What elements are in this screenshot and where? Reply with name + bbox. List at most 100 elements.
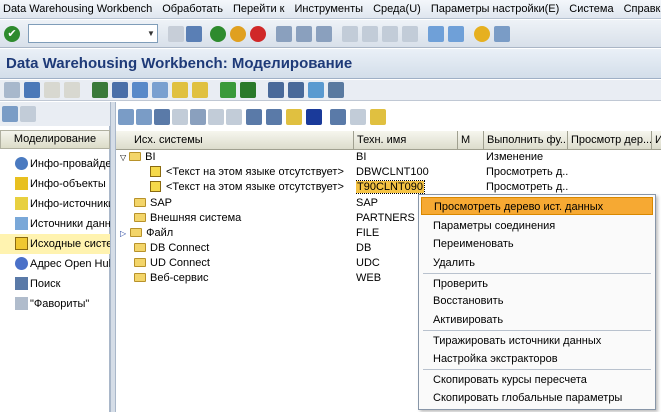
- infoobject-icon[interactable]: [172, 82, 188, 98]
- nav-infoprovider[interactable]: Инфо-провайдер: [0, 154, 110, 174]
- nav-favorites[interactable]: "Фавориты": [0, 294, 110, 314]
- action-cell[interactable]: Изменение: [486, 150, 568, 165]
- menu-dww[interactable]: Data Warehousing Workbench: [0, 0, 157, 19]
- cancel-icon[interactable]: [250, 26, 266, 42]
- ctx-copy-global[interactable]: Скопировать глобальные параметры: [421, 389, 653, 407]
- nav-infoobjects[interactable]: Инфо-объекты: [0, 174, 110, 194]
- application-toolbar: [0, 80, 661, 101]
- menu-goto[interactable]: Перейти к: [228, 0, 289, 19]
- nav-header[interactable]: Моделирование: [0, 130, 110, 149]
- tree-toolbar: [116, 106, 661, 130]
- infoobject-icon: [15, 177, 28, 190]
- ctx-view-tree[interactable]: Просмотреть дерево ист. данных: [421, 197, 653, 215]
- transfer-icon[interactable]: [192, 82, 208, 98]
- nav-openhub[interactable]: Адрес Open Hub: [0, 254, 110, 274]
- ctx-replicate[interactable]: Тиражировать источники данных: [421, 332, 653, 350]
- menu-system[interactable]: Система: [564, 0, 618, 19]
- prev-page-icon[interactable]: [362, 26, 378, 42]
- first-page-icon[interactable]: [342, 26, 358, 42]
- nav-infosources[interactable]: Инфо-источники: [0, 194, 110, 214]
- tree-folder-icon[interactable]: [286, 109, 302, 125]
- hierarchy-icon[interactable]: [220, 82, 236, 98]
- exit-icon[interactable]: [230, 26, 246, 42]
- shortcut-icon[interactable]: [448, 26, 464, 42]
- pointer-icon[interactable]: [330, 109, 346, 125]
- ctx-rename[interactable]: Переименовать: [421, 235, 653, 253]
- tree-row[interactable]: <Текст на этом языке отсутствует> T90CLN…: [116, 180, 661, 195]
- nav-expand-icon[interactable]: [2, 106, 18, 122]
- info-icon[interactable]: [306, 109, 322, 125]
- ctx-extractor-setup[interactable]: Настройка экстракторов: [421, 350, 653, 368]
- ctx-activate[interactable]: Активировать: [421, 311, 653, 329]
- find-next-icon[interactable]: [316, 26, 332, 42]
- tree-find-icon[interactable]: [190, 109, 206, 125]
- ctx-connection-params[interactable]: Параметры соединения: [421, 217, 653, 235]
- metadata-icon[interactable]: [308, 82, 324, 98]
- help-icon[interactable]: [474, 26, 490, 42]
- collapse-node-icon[interactable]: ▽: [120, 153, 126, 162]
- col-i[interactable]: И: [652, 131, 661, 150]
- tree-expand-icon[interactable]: [118, 109, 134, 125]
- tree-print-icon[interactable]: [266, 109, 282, 125]
- dso-icon[interactable]: [132, 82, 148, 98]
- openhub-icon: [15, 257, 28, 270]
- ctx-check[interactable]: Проверить: [421, 275, 653, 293]
- source-system-tool-icon[interactable]: [370, 109, 386, 125]
- monitor-icon[interactable]: [240, 82, 256, 98]
- sort-icon[interactable]: [172, 109, 188, 125]
- col-source-systems[interactable]: Исх. системы: [116, 131, 354, 150]
- col-view-tree[interactable]: Просмотр дер...: [568, 131, 652, 150]
- blank2-icon[interactable]: [64, 82, 80, 98]
- doc-icon[interactable]: [328, 82, 344, 98]
- enter-icon[interactable]: ✔: [4, 26, 20, 42]
- tree-find-next-icon[interactable]: [208, 109, 224, 125]
- source-icon[interactable]: [152, 82, 168, 98]
- menu-settings[interactable]: Параметры настройки(E): [426, 0, 564, 19]
- display-change-icon[interactable]: [4, 82, 20, 98]
- nav-search[interactable]: Поиск: [0, 274, 110, 294]
- action-cell[interactable]: Просмотреть д...: [486, 165, 568, 180]
- action-cell[interactable]: Просмотреть д...: [486, 180, 568, 195]
- transport-icon[interactable]: [268, 82, 284, 98]
- tree-collapse-icon[interactable]: [136, 109, 152, 125]
- ctx-copy-rates[interactable]: Скопировать курсы пересчета: [421, 371, 653, 389]
- collapse-icon[interactable]: [168, 26, 184, 42]
- filter-icon[interactable]: [154, 109, 170, 125]
- find-icon[interactable]: [296, 26, 312, 42]
- col-m[interactable]: М: [458, 131, 484, 150]
- command-dropdown-icon[interactable]: ▼: [146, 26, 156, 41]
- ctx-delete[interactable]: Удалить: [421, 254, 653, 272]
- search-icon: [15, 277, 28, 290]
- new-session-icon[interactable]: [428, 26, 444, 42]
- layout-icon[interactable]: [494, 26, 510, 42]
- connection-icon[interactable]: [288, 82, 304, 98]
- tree-settings-icon[interactable]: [246, 109, 262, 125]
- expand-node-icon[interactable]: ▷: [120, 229, 126, 238]
- ctx-restore[interactable]: Восстановить: [421, 292, 653, 310]
- command-field[interactable]: [28, 24, 158, 43]
- tree-row[interactable]: <Текст на этом языке отсутствует> DBWCLN…: [116, 165, 661, 180]
- next-page-icon[interactable]: [382, 26, 398, 42]
- tree-row[interactable]: ▽ BI BI Изменение: [116, 150, 661, 165]
- print-icon[interactable]: [276, 26, 292, 42]
- infocube-icon[interactable]: [112, 82, 128, 98]
- menu-environment[interactable]: Среда(U): [368, 0, 426, 19]
- back-icon[interactable]: [210, 26, 226, 42]
- col-execute[interactable]: Выполнить фу...: [484, 131, 568, 150]
- menu-tools[interactable]: Инструменты: [289, 0, 368, 19]
- nav-collapse-icon[interactable]: [20, 106, 36, 122]
- col-tech-name[interactable]: Техн. имя: [354, 131, 458, 150]
- menu-help[interactable]: Справка: [619, 0, 661, 19]
- tree-columns-icon[interactable]: [226, 109, 242, 125]
- save-icon[interactable]: [186, 26, 202, 42]
- blank-icon[interactable]: [44, 82, 60, 98]
- context-menu: Просмотреть дерево ист. данных Параметры…: [418, 194, 656, 410]
- menu-edit[interactable]: Обработать: [157, 0, 228, 19]
- nav-datasources[interactable]: Источники данных: [0, 214, 110, 234]
- nav-sourcesystems[interactable]: Исходные системы: [0, 234, 110, 254]
- delete-icon[interactable]: [350, 109, 366, 125]
- network-icon[interactable]: [92, 82, 108, 98]
- last-page-icon[interactable]: [402, 26, 418, 42]
- tech-name-selected[interactable]: T90CLNT090: [356, 180, 426, 194]
- arrow-right-icon[interactable]: [24, 82, 40, 98]
